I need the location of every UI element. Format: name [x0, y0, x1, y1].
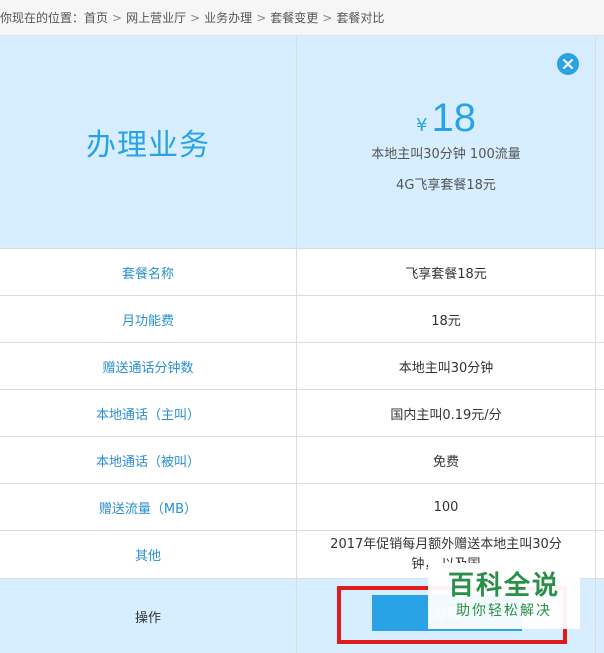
breadcrumb-item-plan-compare[interactable]: 套餐对比: [336, 11, 384, 25]
table-row: 本地通话（主叫） 国内主叫0.19元/分: [0, 390, 604, 437]
breadcrumb-item-online-hall[interactable]: 网上营业厅: [126, 11, 186, 25]
row-label: 本地通话（被叫）: [0, 437, 297, 483]
breadcrumb: 你现在的位置：首页 > 网上营业厅 > 业务办理 > 套餐变更 > 套餐对比: [0, 0, 604, 36]
row-value: 免费: [297, 437, 596, 483]
table-row: 本地通话（被叫） 免费: [0, 437, 604, 484]
row-label: 其他: [0, 531, 297, 578]
plan-feature-summary: 本地主叫30分钟 100流量: [371, 146, 521, 162]
watermark-logo: 百科全说 助你轻松解决: [428, 563, 580, 629]
currency-symbol: ¥: [416, 114, 428, 136]
row-label: 赠送流量（MB）: [0, 484, 297, 530]
row-label: 套餐名称: [0, 249, 297, 295]
price-amount: 18: [431, 95, 476, 140]
breadcrumb-prefix: 你现在的位置：: [0, 11, 85, 25]
plan-header-row: 办理业务 ¥ 18 本地主叫30分钟 100流量 4G飞享套餐18元: [0, 36, 604, 249]
table-row: 赠送通话分钟数 本地主叫30分钟: [0, 343, 604, 390]
plan-price: ¥ 18: [416, 96, 476, 141]
row-value: 100: [297, 484, 596, 530]
row-value: 本地主叫30分钟: [297, 343, 596, 389]
table-row: 赠送流量（MB） 100: [0, 484, 604, 531]
plan-name-summary: 4G飞享套餐18元: [396, 177, 496, 193]
row-label: 月功能费: [0, 296, 297, 342]
next-column-edge: [596, 36, 604, 248]
row-label: 本地通话（主叫）: [0, 390, 297, 436]
watermark-title: 百科全说: [447, 571, 560, 601]
row-value: 国内主叫0.19元/分: [297, 390, 596, 436]
breadcrumb-item-plan-change[interactable]: 套餐变更: [270, 11, 318, 25]
row-value: 18元: [297, 296, 596, 342]
close-icon[interactable]: [557, 53, 579, 75]
table-row: 月功能费 18元: [0, 296, 604, 343]
breadcrumb-separator: >: [256, 11, 267, 25]
row-value: 飞享套餐18元: [297, 249, 596, 295]
breadcrumb-separator: >: [190, 11, 201, 25]
watermark-subtitle: 助你轻松解决: [456, 603, 552, 619]
breadcrumb-item-business[interactable]: 业务办理: [204, 11, 252, 25]
table-row: 套餐名称 飞享套餐18元: [0, 249, 604, 296]
breadcrumb-separator: >: [322, 11, 333, 25]
breadcrumb-item-home[interactable]: 首页: [84, 11, 108, 25]
page-title: 办理业务: [0, 36, 297, 248]
breadcrumb-separator: >: [112, 11, 123, 25]
operation-label: 操作: [0, 579, 297, 653]
row-label: 赠送通话分钟数: [0, 343, 297, 389]
plan-summary: ¥ 18 本地主叫30分钟 100流量 4G飞享套餐18元: [297, 36, 596, 248]
